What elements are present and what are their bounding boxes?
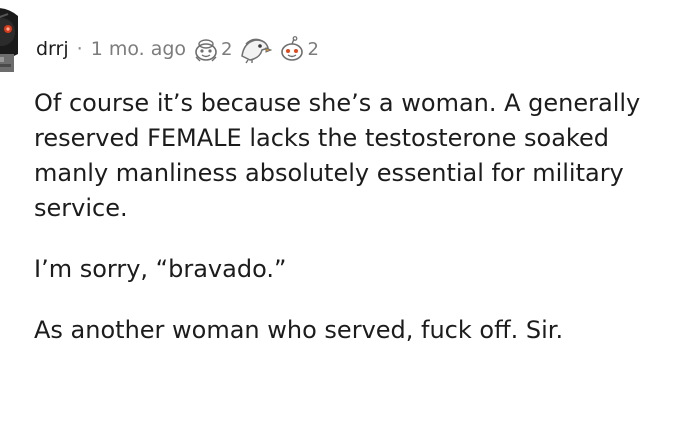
award-bird[interactable] xyxy=(238,34,273,64)
comment-body: Of course it’s because she’s a woman. A … xyxy=(34,86,700,348)
award-helpful[interactable]: 2 xyxy=(278,35,319,63)
award-count: 2 xyxy=(221,38,233,60)
award-count: 2 xyxy=(307,38,319,60)
paragraph: As another woman who served, fuck off. S… xyxy=(34,313,700,348)
comment-meta: drrj · 1 mo. ago 2 2 xyxy=(36,33,325,65)
comment: drrj · 1 mo. ago 2 2 Of course it’s beca… xyxy=(0,0,700,424)
award-wholesome[interactable]: 2 xyxy=(192,35,232,63)
body-line: manly manliness absolutely essential for… xyxy=(34,159,624,187)
helpful-award-icon xyxy=(281,36,304,61)
username-link[interactable]: drrj xyxy=(36,38,69,60)
meta-separator: · xyxy=(76,38,83,60)
body-line: As another woman who served, fuck off. S… xyxy=(34,316,564,344)
paragraph: Of course it’s because she’s a woman. A … xyxy=(34,86,700,226)
body-line: I’m sorry, “bravado.” xyxy=(34,255,287,283)
body-line: reserved FEMALE lacks the testosterone s… xyxy=(34,124,609,152)
body-line: Of course it’s because she’s a woman. A … xyxy=(34,89,641,117)
bird-award-icon xyxy=(241,38,273,64)
wholesome-award-icon xyxy=(195,39,217,62)
avatar[interactable] xyxy=(0,2,22,76)
body-line: service. xyxy=(34,194,128,222)
snoo-avatar-icon xyxy=(0,8,18,72)
comment-timestamp[interactable]: 1 mo. ago xyxy=(91,38,186,60)
paragraph: I’m sorry, “bravado.” xyxy=(34,252,700,287)
